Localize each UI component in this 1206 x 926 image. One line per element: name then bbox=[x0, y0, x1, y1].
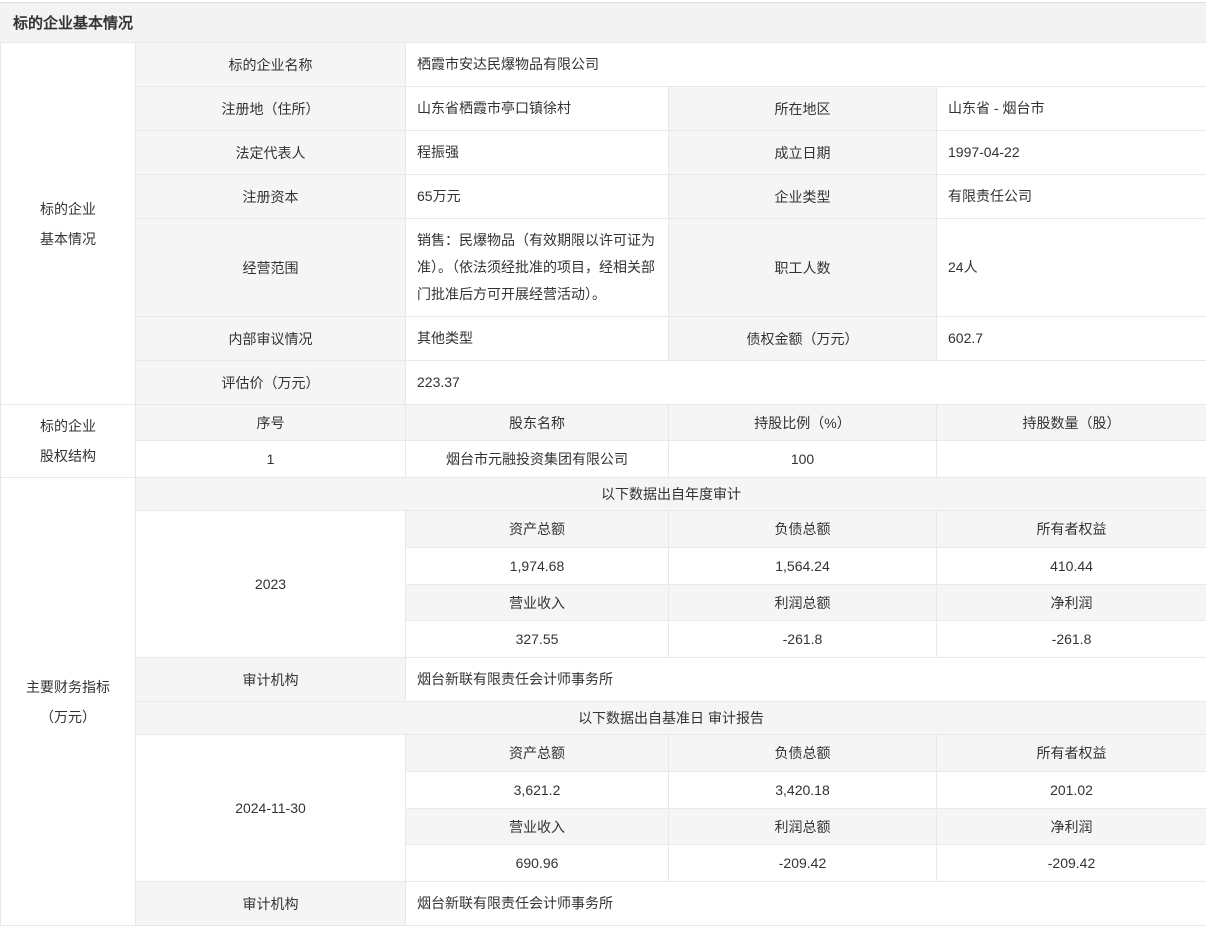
value-internal-review: 其他类型 bbox=[406, 317, 669, 361]
header-total-liabilities-base: 负债总额 bbox=[669, 735, 937, 772]
section-label-financial-indicators: 主要财务指标 （万元） bbox=[1, 478, 136, 926]
value-establish-date: 1997-04-22 bbox=[937, 131, 1206, 175]
header-owner-equity: 所有者权益 bbox=[937, 511, 1206, 548]
header-operating-revenue: 营业收入 bbox=[406, 585, 669, 621]
label-company-name: 标的企业名称 bbox=[136, 43, 406, 87]
value-registered-capital: 65万元 bbox=[406, 175, 669, 219]
value-owner-equity-base: 201.02 bbox=[937, 772, 1206, 809]
financial-period-base-date: 2024-11-30 bbox=[136, 735, 406, 882]
section-label-equity-line1: 标的企业 bbox=[2, 411, 134, 441]
label-appraisal-price: 评估价（万元） bbox=[136, 361, 406, 405]
page-title: 标的企业基本情况 bbox=[13, 12, 133, 33]
equity-header-share-count: 持股数量（股） bbox=[937, 405, 1206, 441]
label-region: 所在地区 bbox=[669, 87, 937, 131]
value-enterprise-type: 有限责任公司 bbox=[937, 175, 1206, 219]
page: 标的企业基本情况 标的企业 基本情况 标的企业名称 栖霞市安达民爆物品有限公司 … bbox=[0, 2, 1206, 926]
value-total-profit-2023: -261.8 bbox=[669, 621, 937, 658]
equity-row-share-ratio: 100 bbox=[669, 441, 937, 478]
equity-row-share-count bbox=[937, 441, 1206, 478]
header-total-assets-base: 资产总额 bbox=[406, 735, 669, 772]
value-total-assets-2023: 1,974.68 bbox=[406, 548, 669, 585]
financial-note-annual-audit: 以下数据出自年度审计 bbox=[136, 478, 1206, 511]
value-legal-representative: 程振强 bbox=[406, 131, 669, 175]
value-region: 山东省 - 烟台市 bbox=[937, 87, 1206, 131]
value-company-name: 栖霞市安达民爆物品有限公司 bbox=[406, 43, 1206, 87]
header-total-profit: 利润总额 bbox=[669, 585, 937, 621]
value-audit-agency-base: 烟台新联有限责任会计师事务所 bbox=[406, 882, 1206, 926]
label-legal-representative: 法定代表人 bbox=[136, 131, 406, 175]
header-total-assets: 资产总额 bbox=[406, 511, 669, 548]
value-appraisal-price: 223.37 bbox=[406, 361, 1206, 405]
header-total-liabilities: 负债总额 bbox=[669, 511, 937, 548]
equity-row-shareholder-name: 烟台市元融投资集团有限公司 bbox=[406, 441, 669, 478]
financial-note-base-date-audit: 以下数据出自基准日 审计报告 bbox=[136, 702, 1206, 735]
header-operating-revenue-base: 营业收入 bbox=[406, 809, 669, 845]
equity-header-index: 序号 bbox=[136, 405, 406, 441]
value-total-liabilities-base: 3,420.18 bbox=[669, 772, 937, 809]
label-audit-agency-base: 审计机构 bbox=[136, 882, 406, 926]
value-operating-revenue-2023: 327.55 bbox=[406, 621, 669, 658]
header-total-profit-base: 利润总额 bbox=[669, 809, 937, 845]
value-business-scope: 销售：民爆物品（有效期限以许可证为准）。（依法须经批准的项目，经相关部门批准后方… bbox=[406, 219, 669, 317]
label-registered-address: 注册地（住所） bbox=[136, 87, 406, 131]
value-creditor-amount: 602.7 bbox=[937, 317, 1206, 361]
value-total-liabilities-2023: 1,564.24 bbox=[669, 548, 937, 585]
section-label-basic-info: 标的企业 基本情况 bbox=[1, 43, 136, 405]
label-audit-agency-annual: 审计机构 bbox=[136, 658, 406, 702]
equity-row: 1 烟台市元融投资集团有限公司 100 bbox=[1, 441, 1206, 478]
equity-header-shareholder-name: 股东名称 bbox=[406, 405, 669, 441]
equity-header-share-ratio: 持股比例（%） bbox=[669, 405, 937, 441]
label-registered-capital: 注册资本 bbox=[136, 175, 406, 219]
section-label-equity-structure: 标的企业 股权结构 bbox=[1, 405, 136, 478]
value-operating-revenue-base: 690.96 bbox=[406, 845, 669, 882]
header-owner-equity-base: 所有者权益 bbox=[937, 735, 1206, 772]
value-employee-count: 24人 bbox=[937, 219, 1206, 317]
section-label-equity-line2: 股权结构 bbox=[2, 441, 134, 471]
section-title-bar: 标的企业基本情况 bbox=[0, 2, 1206, 42]
value-total-assets-base: 3,621.2 bbox=[406, 772, 669, 809]
section-label-financial-line2: （万元） bbox=[2, 702, 134, 732]
label-enterprise-type: 企业类型 bbox=[669, 175, 937, 219]
value-audit-agency-annual: 烟台新联有限责任会计师事务所 bbox=[406, 658, 1206, 702]
section-label-financial-line1: 主要财务指标 bbox=[2, 672, 134, 702]
value-total-profit-base: -209.42 bbox=[669, 845, 937, 882]
financial-period-2023: 2023 bbox=[136, 511, 406, 658]
value-owner-equity-2023: 410.44 bbox=[937, 548, 1206, 585]
value-registered-address: 山东省栖霞市亭口镇徐村 bbox=[406, 87, 669, 131]
header-net-profit-base: 净利润 bbox=[937, 809, 1206, 845]
header-net-profit: 净利润 bbox=[937, 585, 1206, 621]
value-net-profit-2023: -261.8 bbox=[937, 621, 1206, 658]
value-net-profit-base: -209.42 bbox=[937, 845, 1206, 882]
label-establish-date: 成立日期 bbox=[669, 131, 937, 175]
company-info-table: 标的企业 基本情况 标的企业名称 栖霞市安达民爆物品有限公司 注册地（住所） 山… bbox=[0, 42, 1206, 926]
equity-row-index: 1 bbox=[136, 441, 406, 478]
label-employee-count: 职工人数 bbox=[669, 219, 937, 317]
label-business-scope: 经营范围 bbox=[136, 219, 406, 317]
label-creditor-amount: 债权金额（万元） bbox=[669, 317, 937, 361]
section-label-basic-info-line2: 基本情况 bbox=[2, 224, 134, 254]
label-internal-review: 内部审议情况 bbox=[136, 317, 406, 361]
section-label-basic-info-line1: 标的企业 bbox=[2, 194, 134, 224]
